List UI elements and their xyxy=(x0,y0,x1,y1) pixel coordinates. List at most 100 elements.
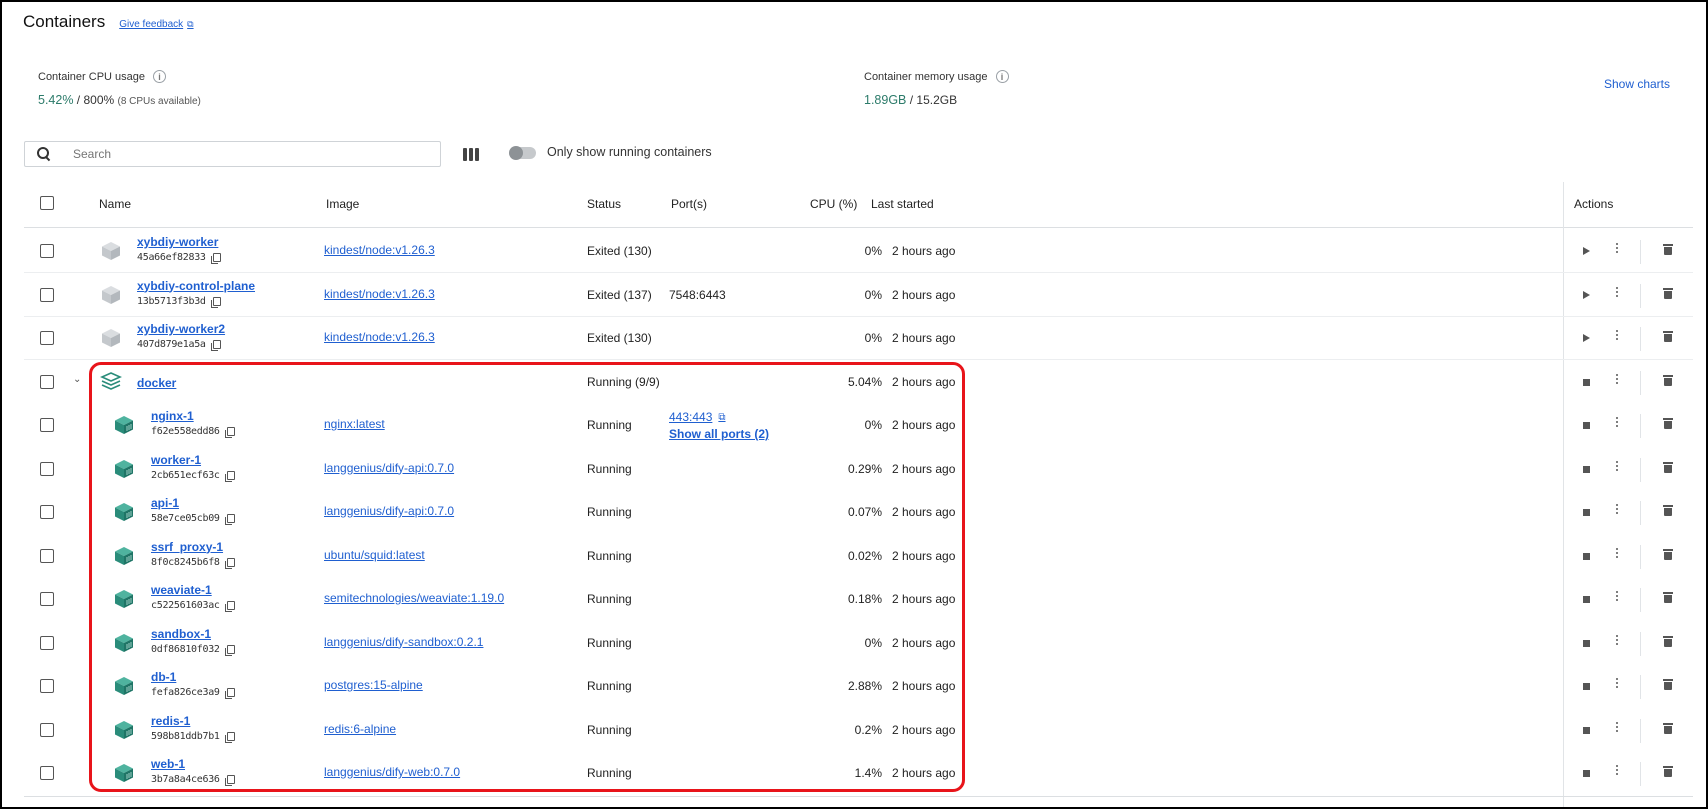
copy-icon[interactable] xyxy=(224,514,235,525)
table-row[interactable]: xybdiy-control-plane 13b5713f3b3d kindest/… xyxy=(24,274,1693,317)
stop-icon[interactable] xyxy=(1583,683,1590,690)
copy-icon[interactable] xyxy=(224,688,235,699)
image-link[interactable]: ubuntu/squid:latest xyxy=(324,548,425,562)
stop-icon[interactable] xyxy=(1583,422,1590,429)
container-name-link[interactable]: xybdiy-worker2 xyxy=(137,322,225,336)
columns-icon[interactable] xyxy=(463,148,479,161)
row-checkbox[interactable] xyxy=(40,766,54,780)
table-row[interactable]: xybdiy-worker2 407d879e1a5a kindest/node:v… xyxy=(24,317,1693,360)
delete-icon[interactable] xyxy=(1663,679,1673,690)
image-link[interactable]: kindest/node:v1.26.3 xyxy=(324,243,435,257)
image-link[interactable]: langgenius/dify-web:0.7.0 xyxy=(324,765,460,779)
container-name-link[interactable]: nginx-1 xyxy=(151,409,235,423)
column-cpu[interactable]: CPU (%) xyxy=(810,197,857,211)
row-checkbox[interactable] xyxy=(40,418,54,432)
table-row[interactable]: web-1 3b7a8a4ce636 langgenius/dify-web:0.7… xyxy=(24,752,1693,795)
table-row[interactable]: db-1 fefa826ce3a9 postgres:15-alpine Runnin… xyxy=(24,665,1693,708)
select-all-checkbox[interactable] xyxy=(40,196,54,210)
delete-icon[interactable] xyxy=(1663,244,1673,255)
delete-icon[interactable] xyxy=(1663,287,1673,299)
column-image[interactable]: Image xyxy=(326,197,359,211)
more-options-icon[interactable] xyxy=(1615,721,1619,732)
copy-icon[interactable] xyxy=(224,731,235,743)
info-icon[interactable]: i xyxy=(995,70,1009,83)
image-link[interactable]: semitechnologies/weaviate:1.19.0 xyxy=(324,591,504,605)
more-options-icon[interactable] xyxy=(1615,634,1619,645)
image-link[interactable]: langgenius/dify-sandbox:0.2.1 xyxy=(324,635,483,649)
delete-icon[interactable] xyxy=(1663,461,1673,473)
search-box[interactable] xyxy=(24,141,441,167)
container-name-link[interactable]: weaviate-1 xyxy=(151,583,235,597)
row-checkbox[interactable] xyxy=(40,374,54,389)
container-name-link[interactable]: xybdiy-control-plane xyxy=(137,279,255,293)
delete-icon[interactable] xyxy=(1663,505,1673,516)
column-ports[interactable]: Port(s) xyxy=(671,197,707,211)
row-checkbox[interactable] xyxy=(40,592,54,606)
play-icon[interactable] xyxy=(1583,247,1590,255)
row-checkbox[interactable] xyxy=(40,505,54,519)
container-name-link[interactable]: web-1 xyxy=(151,757,235,771)
copy-icon[interactable] xyxy=(224,427,235,438)
table-row[interactable]: sandbox-1 0df86810f032 langgenius/dify-san… xyxy=(24,622,1693,665)
info-icon[interactable]: i xyxy=(153,70,167,83)
delete-icon[interactable] xyxy=(1663,766,1673,777)
container-name-link[interactable]: xybdiy-worker xyxy=(137,235,221,249)
column-status[interactable]: Status xyxy=(587,197,621,211)
row-checkbox[interactable] xyxy=(40,548,54,563)
more-options-icon[interactable] xyxy=(1615,330,1619,340)
more-options-icon[interactable] xyxy=(1615,460,1619,471)
image-link[interactable]: postgres:15-alpine xyxy=(324,678,423,692)
container-name-link[interactable]: worker-1 xyxy=(151,453,235,467)
row-checkbox[interactable] xyxy=(40,331,54,345)
column-last-started[interactable]: Last started xyxy=(871,197,934,211)
container-name-link[interactable]: db-1 xyxy=(151,670,235,684)
row-checkbox[interactable] xyxy=(40,244,54,258)
show-all-ports-link[interactable]: Show all ports (2) xyxy=(669,427,769,442)
row-checkbox[interactable] xyxy=(40,287,54,302)
delete-icon[interactable] xyxy=(1663,635,1673,647)
more-options-icon[interactable] xyxy=(1615,286,1619,297)
delete-icon[interactable] xyxy=(1663,722,1673,734)
compose-group-row[interactable]: ⌄ docker Running (9/9) 5.04% 2 hours ago xyxy=(24,361,1693,404)
container-name-link[interactable]: redis-1 xyxy=(151,714,235,728)
image-link[interactable]: langgenius/dify-api:0.7.0 xyxy=(324,504,454,518)
copy-icon[interactable] xyxy=(224,470,235,482)
play-icon[interactable] xyxy=(1583,290,1590,299)
delete-icon[interactable] xyxy=(1663,331,1673,342)
more-options-icon[interactable] xyxy=(1615,547,1619,558)
stop-icon[interactable] xyxy=(1583,552,1590,560)
play-icon[interactable] xyxy=(1583,334,1590,342)
more-options-icon[interactable] xyxy=(1615,591,1619,601)
column-name[interactable]: Name xyxy=(99,197,131,211)
delete-icon[interactable] xyxy=(1663,548,1673,560)
more-options-icon[interactable] xyxy=(1615,373,1619,384)
copy-icon[interactable] xyxy=(224,775,235,786)
running-only-toggle[interactable] xyxy=(509,146,536,160)
image-link[interactable]: redis:6-alpine xyxy=(324,722,396,736)
stop-icon[interactable] xyxy=(1583,726,1590,734)
delete-icon[interactable] xyxy=(1663,418,1673,429)
image-link[interactable]: langgenius/dify-api:0.7.0 xyxy=(324,461,454,475)
more-options-icon[interactable] xyxy=(1615,678,1619,688)
give-feedback-link[interactable]: Give feedback ⧉ xyxy=(119,19,193,30)
table-row[interactable]: xybdiy-worker 45a66ef82833 kindest/node:v1… xyxy=(24,230,1693,273)
stop-icon[interactable] xyxy=(1583,378,1590,386)
table-row[interactable]: redis-1 598b81ddb7b1 redis:6-alpine Running… xyxy=(24,709,1693,752)
container-name-link[interactable]: ssrf_proxy-1 xyxy=(151,540,235,554)
table-row[interactable]: ssrf_proxy-1 8f0c8245b6f8 ubuntu/squid:lat… xyxy=(24,535,1693,578)
search-input[interactable] xyxy=(71,146,371,162)
copy-icon[interactable] xyxy=(210,340,221,351)
table-row[interactable]: weaviate-1 c522561603ac semitechnologies/w… xyxy=(24,578,1693,621)
row-checkbox[interactable] xyxy=(40,635,54,650)
copy-icon[interactable] xyxy=(210,253,221,264)
compose-group-name-link[interactable]: docker xyxy=(137,376,176,390)
row-checkbox[interactable] xyxy=(40,679,54,693)
row-checkbox[interactable] xyxy=(40,722,54,737)
image-link[interactable]: kindest/node:v1.26.3 xyxy=(324,287,435,301)
row-checkbox[interactable] xyxy=(40,461,54,476)
chevron-down-icon[interactable]: ⌄ xyxy=(73,374,81,385)
container-name-link[interactable]: sandbox-1 xyxy=(151,627,235,641)
copy-icon[interactable] xyxy=(210,296,221,308)
table-row[interactable]: api-1 58e7ce05cb09 langgenius/dify-api:0.7… xyxy=(24,491,1693,534)
stop-icon[interactable] xyxy=(1583,509,1590,516)
